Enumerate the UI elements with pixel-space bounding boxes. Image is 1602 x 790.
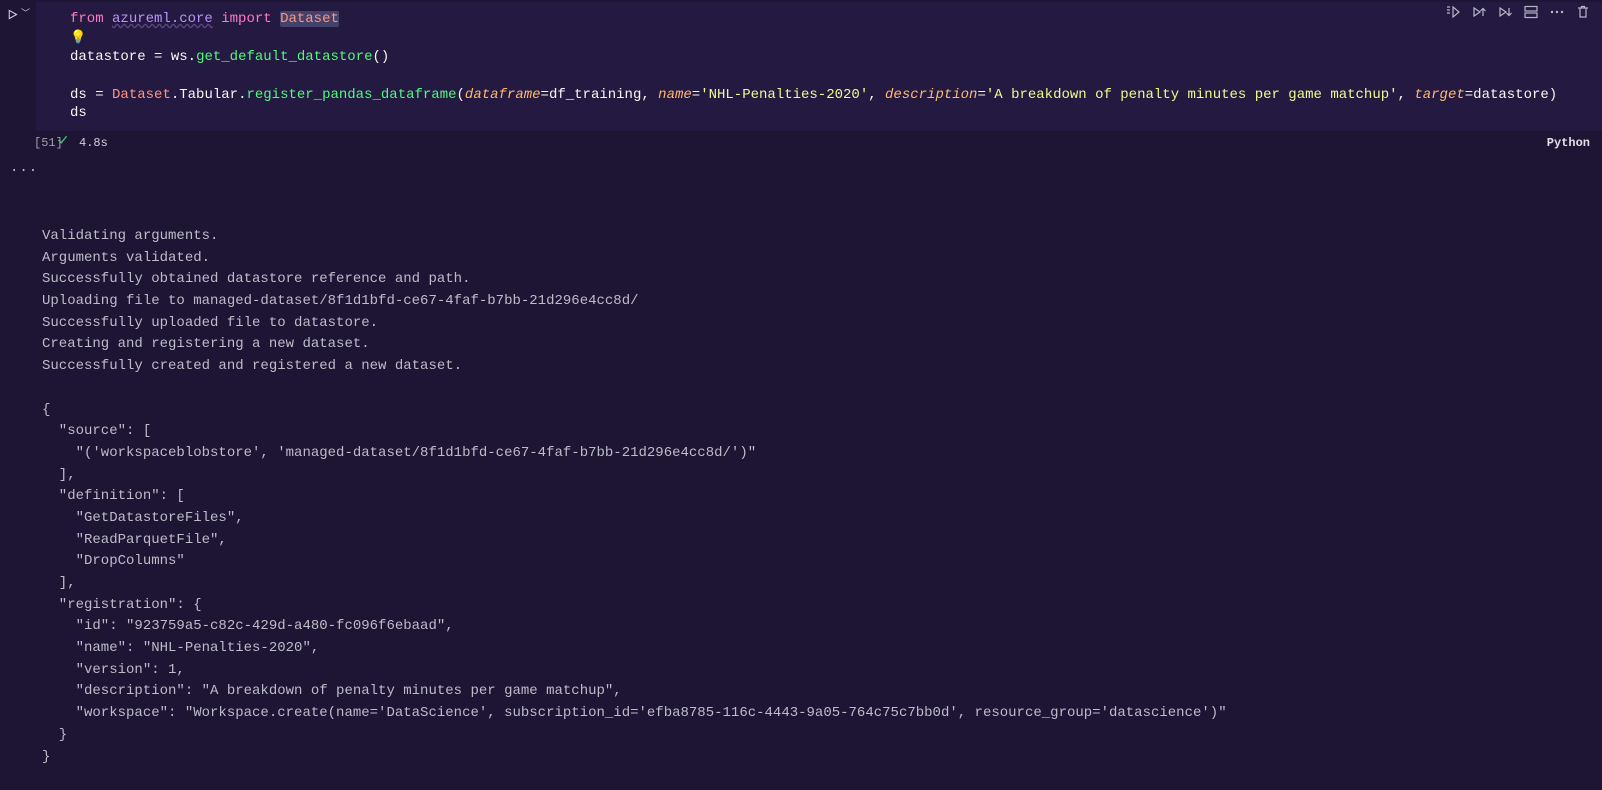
cell-toolbar — [1440, 1, 1596, 23]
execution-count: [51] — [34, 134, 70, 153]
code-token: = — [692, 87, 700, 103]
code-token: ds — [70, 105, 87, 121]
lightbulb-icon[interactable]: 💡 — [70, 29, 86, 47]
execution-time: 4.8s — [79, 134, 108, 153]
output-text: Validating arguments. Arguments validate… — [42, 226, 1602, 768]
run-by-line-icon — [1445, 4, 1461, 20]
code-token: ds — [70, 87, 87, 103]
code-token: =df_training, — [541, 87, 659, 103]
run-by-line-button[interactable] — [1440, 1, 1466, 23]
code-token: import — [221, 11, 271, 27]
code-token: = — [977, 87, 985, 103]
code-token: Dataset — [112, 87, 171, 103]
cell-output: ··· Validating arguments. Arguments vali… — [0, 161, 1602, 790]
more-actions-button[interactable] — [1544, 1, 1570, 23]
code-token: ) — [1549, 87, 1557, 103]
more-icon — [1549, 4, 1565, 20]
code-token: = — [146, 49, 171, 65]
language-indicator[interactable]: Python — [1547, 134, 1594, 153]
code-token: azureml.core — [112, 11, 213, 27]
code-token: , — [868, 87, 885, 103]
code-token: target — [1414, 87, 1464, 103]
code-token: from — [70, 11, 104, 27]
play-icon — [6, 8, 19, 21]
code-token: () — [373, 49, 390, 65]
code-token: , — [1398, 87, 1415, 103]
code-token: name — [658, 87, 692, 103]
code-token: register_pandas_dataframe — [246, 87, 456, 103]
code-token: =datastore — [1465, 87, 1549, 103]
code-token: . — [188, 49, 196, 65]
code-token: = — [87, 87, 112, 103]
execute-below-button[interactable] — [1492, 1, 1518, 23]
code-token: get_default_datastore — [196, 49, 372, 65]
run-cell-button[interactable]: ﹀ — [4, 8, 32, 22]
execute-above-button[interactable] — [1466, 1, 1492, 23]
code-token: description — [885, 87, 977, 103]
code-token: 'NHL-Penalties-2020' — [700, 87, 868, 103]
code-token: 'A breakdown of penalty minutes per game… — [986, 87, 1398, 103]
code-token-selected: Dataset — [280, 11, 339, 27]
collapse-output-button[interactable]: ··· — [10, 161, 38, 183]
code-token: . — [171, 87, 179, 103]
split-cell-button[interactable] — [1518, 1, 1544, 23]
code-token: ( — [457, 87, 465, 103]
execute-above-icon — [1471, 4, 1487, 20]
code-token: ws — [171, 49, 188, 65]
code-cell: ﹀ from azureml.core import Dataset 💡 dat… — [0, 2, 1602, 155]
code-token: Tabular — [179, 87, 238, 103]
code-token: dataframe — [465, 87, 541, 103]
trash-icon — [1575, 4, 1591, 20]
delete-cell-button[interactable] — [1570, 1, 1596, 23]
split-cell-icon — [1523, 4, 1539, 20]
code-editor[interactable]: from azureml.core import Dataset 💡 datas… — [36, 2, 1602, 131]
cell-status-bar: [51] 4.8s Python — [36, 131, 1602, 155]
code-token: datastore — [70, 49, 146, 65]
execute-below-icon — [1497, 4, 1513, 20]
chevron-down-icon: ﹀ — [21, 8, 30, 22]
